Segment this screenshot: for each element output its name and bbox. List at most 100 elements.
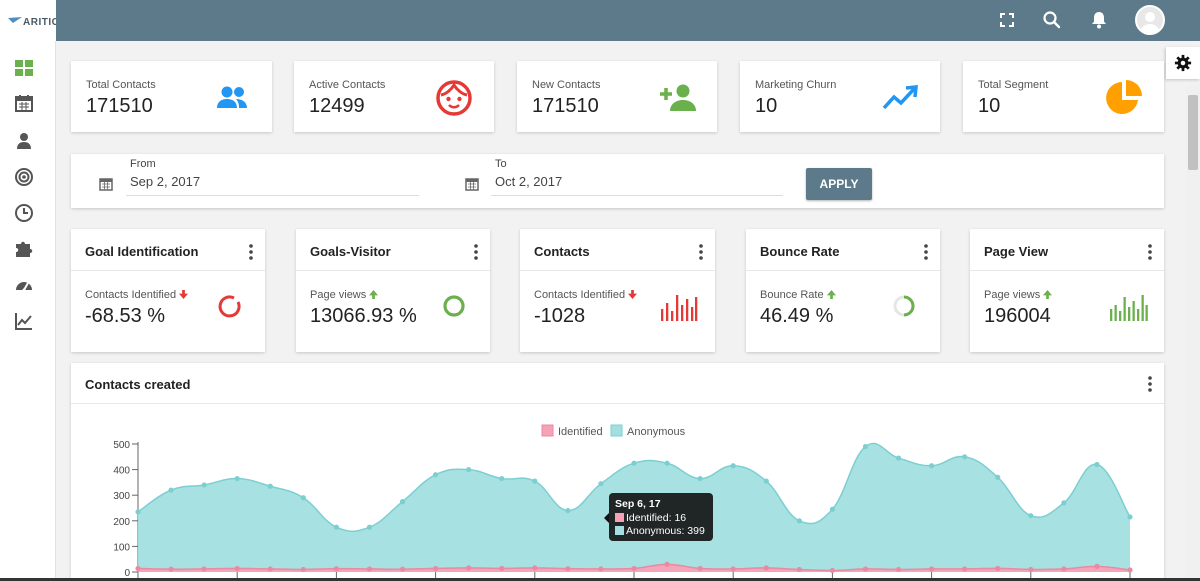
y-tick-label: 500 bbox=[113, 440, 130, 451]
apply-button[interactable]: APPLY bbox=[806, 168, 872, 200]
kpi-subtitle: Page views bbox=[310, 289, 379, 301]
kpi-title: Goals-Visitor bbox=[310, 244, 391, 259]
point-anonymous bbox=[399, 499, 406, 505]
page-scrollbar[interactable] bbox=[1186, 85, 1200, 581]
speedometer-icon[interactable] bbox=[14, 276, 34, 296]
point-anonymous bbox=[1028, 513, 1034, 519]
point-identified bbox=[1061, 566, 1067, 572]
calendar-to-icon[interactable] bbox=[465, 177, 479, 191]
user-silhouette-icon bbox=[1140, 12, 1160, 33]
stat-value: 10 bbox=[978, 95, 1001, 117]
ring-chart-icon bbox=[443, 295, 465, 317]
legend-swatch-anonymous bbox=[610, 424, 623, 437]
point-anonymous bbox=[1127, 514, 1133, 520]
contacts-area-chart[interactable]: 0100200300400500Identified AnonymousSep 6… bbox=[71, 363, 1164, 581]
point-identified bbox=[300, 566, 306, 573]
point-identified bbox=[466, 565, 472, 571]
settings-tab[interactable] bbox=[1166, 47, 1200, 79]
kpi-title: Bounce Rate bbox=[760, 244, 840, 259]
point-identified bbox=[433, 565, 439, 572]
calendar-from-icon[interactable] bbox=[99, 177, 113, 191]
point-anonymous bbox=[1061, 500, 1067, 506]
kpi-card-goal-identification: Goal Identification Contacts Identified … bbox=[71, 229, 265, 352]
logo-text: ARITIC bbox=[23, 17, 56, 28]
more-vert-icon[interactable] bbox=[1144, 243, 1156, 261]
point-anonymous bbox=[598, 481, 604, 487]
users-icon bbox=[217, 86, 247, 108]
contacts-created-card: Contacts created 0 100 200 300 400 500 Identif… bbox=[71, 363, 1164, 581]
point-identified bbox=[532, 565, 538, 571]
stat-card-marketing-churn: Marketing Churn 10 bbox=[740, 61, 940, 132]
point-identified bbox=[697, 565, 703, 572]
pie-chart-icon bbox=[1106, 80, 1142, 114]
kpi-subtitle: Contacts Identified bbox=[534, 289, 638, 301]
kpi-divider bbox=[71, 270, 265, 271]
to-label: To bbox=[495, 158, 507, 170]
clock-icon[interactable] bbox=[14, 203, 34, 223]
kpi-card-page-view: Page View Page views 196004 bbox=[970, 229, 1164, 352]
dashboard-icon[interactable] bbox=[14, 58, 34, 78]
more-vert-icon[interactable] bbox=[920, 243, 932, 261]
stat-label: Active Contacts bbox=[309, 79, 386, 91]
stat-value: 12499 bbox=[309, 95, 365, 117]
target-icon[interactable] bbox=[14, 167, 34, 187]
more-vert-icon[interactable] bbox=[470, 243, 482, 261]
y-tick-label: 100 bbox=[113, 542, 130, 553]
top-bar: ARITIC bbox=[0, 0, 1200, 41]
point-identified bbox=[399, 566, 406, 572]
point-identified bbox=[201, 566, 207, 572]
point-identified bbox=[962, 566, 968, 572]
point-anonymous bbox=[201, 482, 207, 488]
kpi-card-goals-visitor: Goals-Visitor Page views 13066.93 % bbox=[296, 229, 490, 352]
line-chart-icon[interactable] bbox=[14, 311, 34, 331]
kpi-value: 46.49 % bbox=[760, 305, 834, 327]
arrow-up-icon bbox=[369, 290, 379, 299]
point-identified bbox=[168, 566, 174, 572]
more-vert-icon[interactable] bbox=[245, 243, 257, 261]
user-avatar[interactable] bbox=[1135, 5, 1165, 35]
trending-up-icon bbox=[882, 85, 918, 110]
point-identified bbox=[895, 566, 902, 573]
fullscreen-icon[interactable] bbox=[997, 10, 1017, 30]
logo[interactable]: ARITIC bbox=[0, 0, 56, 41]
kpi-card-bounce-rate: Bounce Rate Bounce Rate 46.49 % bbox=[746, 229, 940, 352]
notification-bell-icon[interactable] bbox=[1089, 10, 1109, 30]
tooltip-swatch-anonymous bbox=[615, 526, 624, 535]
kpi-divider bbox=[520, 270, 715, 271]
point-identified bbox=[565, 566, 571, 572]
contacts-user-icon[interactable] bbox=[14, 131, 34, 151]
puzzle-icon[interactable] bbox=[14, 238, 34, 258]
arrow-up-icon bbox=[826, 290, 836, 299]
donut-chart-icon bbox=[218, 295, 241, 318]
point-identified bbox=[829, 567, 836, 574]
point-identified bbox=[862, 566, 869, 572]
point-anonymous bbox=[829, 506, 836, 512]
stat-value: 171510 bbox=[86, 95, 153, 117]
arrow-up-icon bbox=[1043, 290, 1053, 299]
y-tick-label: 300 bbox=[113, 491, 130, 502]
kpi-title: Goal Identification bbox=[85, 244, 199, 259]
legend-swatch-identified bbox=[541, 424, 554, 437]
kpi-title: Contacts bbox=[534, 244, 590, 259]
more-vert-icon[interactable] bbox=[695, 243, 707, 261]
point-identified bbox=[499, 565, 505, 572]
to-date-input[interactable]: Oct 2, 2017 bbox=[491, 172, 783, 196]
stat-card-total-segment: Total Segment 10 bbox=[963, 61, 1164, 132]
kpi-divider bbox=[296, 270, 490, 271]
point-anonymous bbox=[631, 460, 637, 466]
smiley-face-icon bbox=[436, 80, 472, 116]
scrollbar-thumb[interactable] bbox=[1188, 95, 1198, 170]
point-identified bbox=[631, 565, 637, 572]
point-anonymous bbox=[333, 524, 339, 530]
point-identified bbox=[796, 566, 802, 573]
calendar-icon[interactable] bbox=[14, 93, 34, 113]
point-identified bbox=[664, 561, 670, 567]
search-icon[interactable] bbox=[1042, 10, 1062, 30]
from-date-input[interactable]: Sep 2, 2017 bbox=[126, 172, 419, 196]
stat-card-total-contacts: Total Contacts 171510 bbox=[71, 61, 272, 132]
point-identified bbox=[1094, 563, 1100, 569]
point-anonymous bbox=[1094, 461, 1100, 468]
y-tick-label: 200 bbox=[113, 517, 130, 528]
tooltip-identified: Identified: 16 bbox=[626, 512, 686, 524]
stat-card-new-contacts: New Contacts 171510 bbox=[517, 61, 717, 132]
